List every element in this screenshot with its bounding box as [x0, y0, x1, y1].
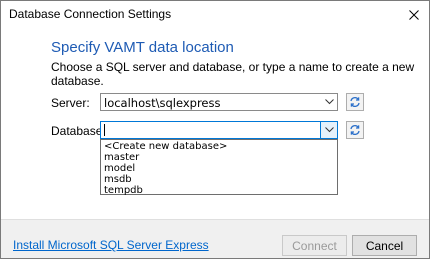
database-label: Database:	[51, 124, 106, 138]
database-combobox[interactable]	[100, 121, 338, 139]
dropdown-option-master[interactable]: master	[101, 152, 337, 163]
dialog-window: Database Connection Settings Specify VAM…	[0, 0, 430, 259]
database-dropdown-list: <Create new database> master model msdb …	[100, 139, 338, 196]
cancel-button[interactable]: Cancel	[352, 235, 417, 256]
page-heading: Specify VAMT data location	[51, 39, 234, 56]
server-dropdown-button[interactable]	[321, 94, 337, 110]
close-button[interactable]	[399, 1, 429, 29]
chevron-down-icon	[324, 99, 334, 105]
dropdown-option-create-new[interactable]: <Create new database>	[101, 141, 337, 152]
dialog-footer: Install Microsoft SQL Server Express Con…	[1, 219, 429, 258]
dropdown-option-msdb[interactable]: msdb	[101, 174, 337, 185]
title-bar: Database Connection Settings	[1, 1, 429, 29]
close-icon	[409, 10, 419, 20]
database-dropdown-button[interactable]	[320, 122, 337, 138]
database-refresh-button[interactable]	[346, 121, 364, 139]
window-title: Database Connection Settings	[9, 7, 172, 21]
connect-button[interactable]: Connect	[282, 235, 347, 256]
server-label: Server:	[51, 96, 90, 110]
install-sql-express-link[interactable]: Install Microsoft SQL Server Express	[13, 238, 209, 252]
refresh-icon	[350, 97, 360, 107]
server-combobox[interactable]: localhost\sqlexpress	[100, 93, 338, 111]
server-refresh-button[interactable]	[346, 93, 364, 111]
page-subtitle: Choose a SQL server and database, or typ…	[51, 60, 415, 88]
text-cursor	[104, 124, 105, 136]
chevron-down-icon	[324, 127, 334, 133]
dropdown-option-tempdb[interactable]: tempdb	[101, 185, 337, 196]
refresh-icon	[350, 125, 360, 135]
server-value: localhost\sqlexpress	[104, 96, 221, 110]
dropdown-option-model[interactable]: model	[101, 163, 337, 174]
